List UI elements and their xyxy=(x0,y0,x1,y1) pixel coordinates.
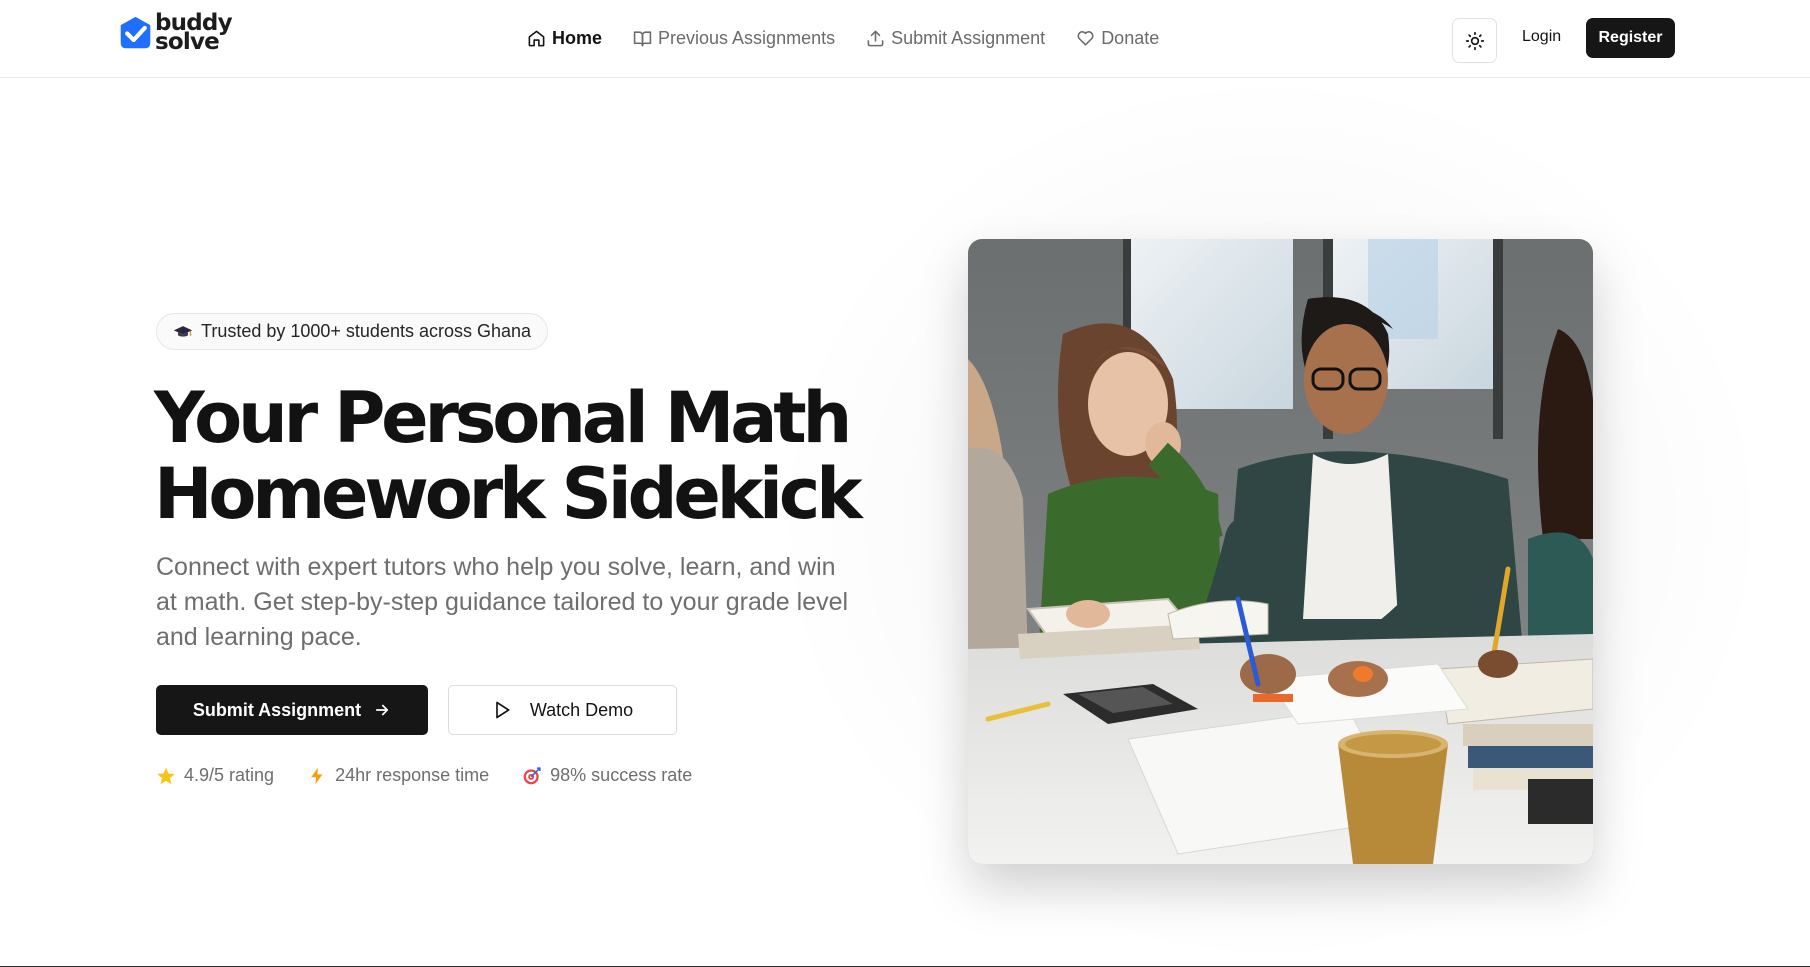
book-icon xyxy=(633,30,652,46)
graduation-cap-icon xyxy=(173,325,193,337)
stat-rating-label: 4.9/5 rating xyxy=(184,765,275,785)
nav-home[interactable]: Home xyxy=(527,28,602,49)
stat-success-rate: 98% success rate xyxy=(522,765,692,786)
star-icon xyxy=(157,767,175,784)
hero-subtext: Connect with expert tutors who help you … xyxy=(156,553,849,651)
nav-previous-assignments[interactable]: Previous Assignments xyxy=(633,28,835,49)
play-icon xyxy=(495,701,510,719)
home-icon xyxy=(528,30,545,46)
stat-response-time-label: 24hr response time xyxy=(335,765,490,785)
logo-wordmark: buddy solve xyxy=(155,12,233,54)
submit-assignment-button[interactable]: Submit Assignment xyxy=(156,685,428,735)
stat-success-rate-label: 98% success rate xyxy=(550,765,693,785)
upload-icon xyxy=(867,30,884,46)
theme-toggle-button[interactable] xyxy=(1452,18,1497,63)
heart-icon xyxy=(1077,30,1094,46)
stat-rating: 4.9/5 rating xyxy=(156,765,274,786)
trust-badge: Trusted by 1000+ students across Ghana xyxy=(156,313,549,350)
nav-home-label: Home xyxy=(552,27,603,48)
hero-headline: Your Personal Math Homework Sidekick xyxy=(154,380,874,532)
watch-demo-button[interactable]: Watch Demo xyxy=(448,685,677,735)
watch-demo-button-label: Watch Demo xyxy=(529,699,634,720)
trust-badge-text: Trusted by 1000+ students across Ghana xyxy=(201,321,532,341)
hero-headline-line-2: Homework Sidekick xyxy=(154,453,863,535)
login-link[interactable]: Login xyxy=(1522,28,1561,46)
nav-donate[interactable]: Donate xyxy=(1076,28,1159,49)
students-studying-illustration xyxy=(968,239,1593,864)
hero-headline-line-1: Your Personal Math xyxy=(154,377,852,459)
nav-previous-assignments-label: Previous Assignments xyxy=(658,27,836,48)
arrow-right-icon xyxy=(376,704,389,716)
register-button[interactable]: Register xyxy=(1586,18,1675,58)
hero-stats: 4.9/5 rating 24hr response time 98% succ… xyxy=(156,765,725,786)
target-icon xyxy=(523,766,541,784)
main-nav: Home Previous Assignments Submit Assignm… xyxy=(527,25,1190,51)
stat-response-time: 24hr response time xyxy=(307,765,489,786)
hero-students-photo xyxy=(968,239,1593,864)
lightning-icon xyxy=(311,767,323,784)
nav-donate-label: Donate xyxy=(1101,27,1160,48)
top-navbar: buddy solve Home Previous Assignments Su… xyxy=(0,0,1810,78)
nav-submit-assignment[interactable]: Submit Assignment xyxy=(866,28,1045,49)
logo-check-icon xyxy=(120,16,151,48)
submit-assignment-button-label: Submit Assignment xyxy=(192,699,362,720)
sun-icon xyxy=(1465,31,1484,50)
brand-logo[interactable]: buddy solve xyxy=(117,12,233,54)
nav-submit-assignment-label: Submit Assignment xyxy=(891,27,1046,48)
